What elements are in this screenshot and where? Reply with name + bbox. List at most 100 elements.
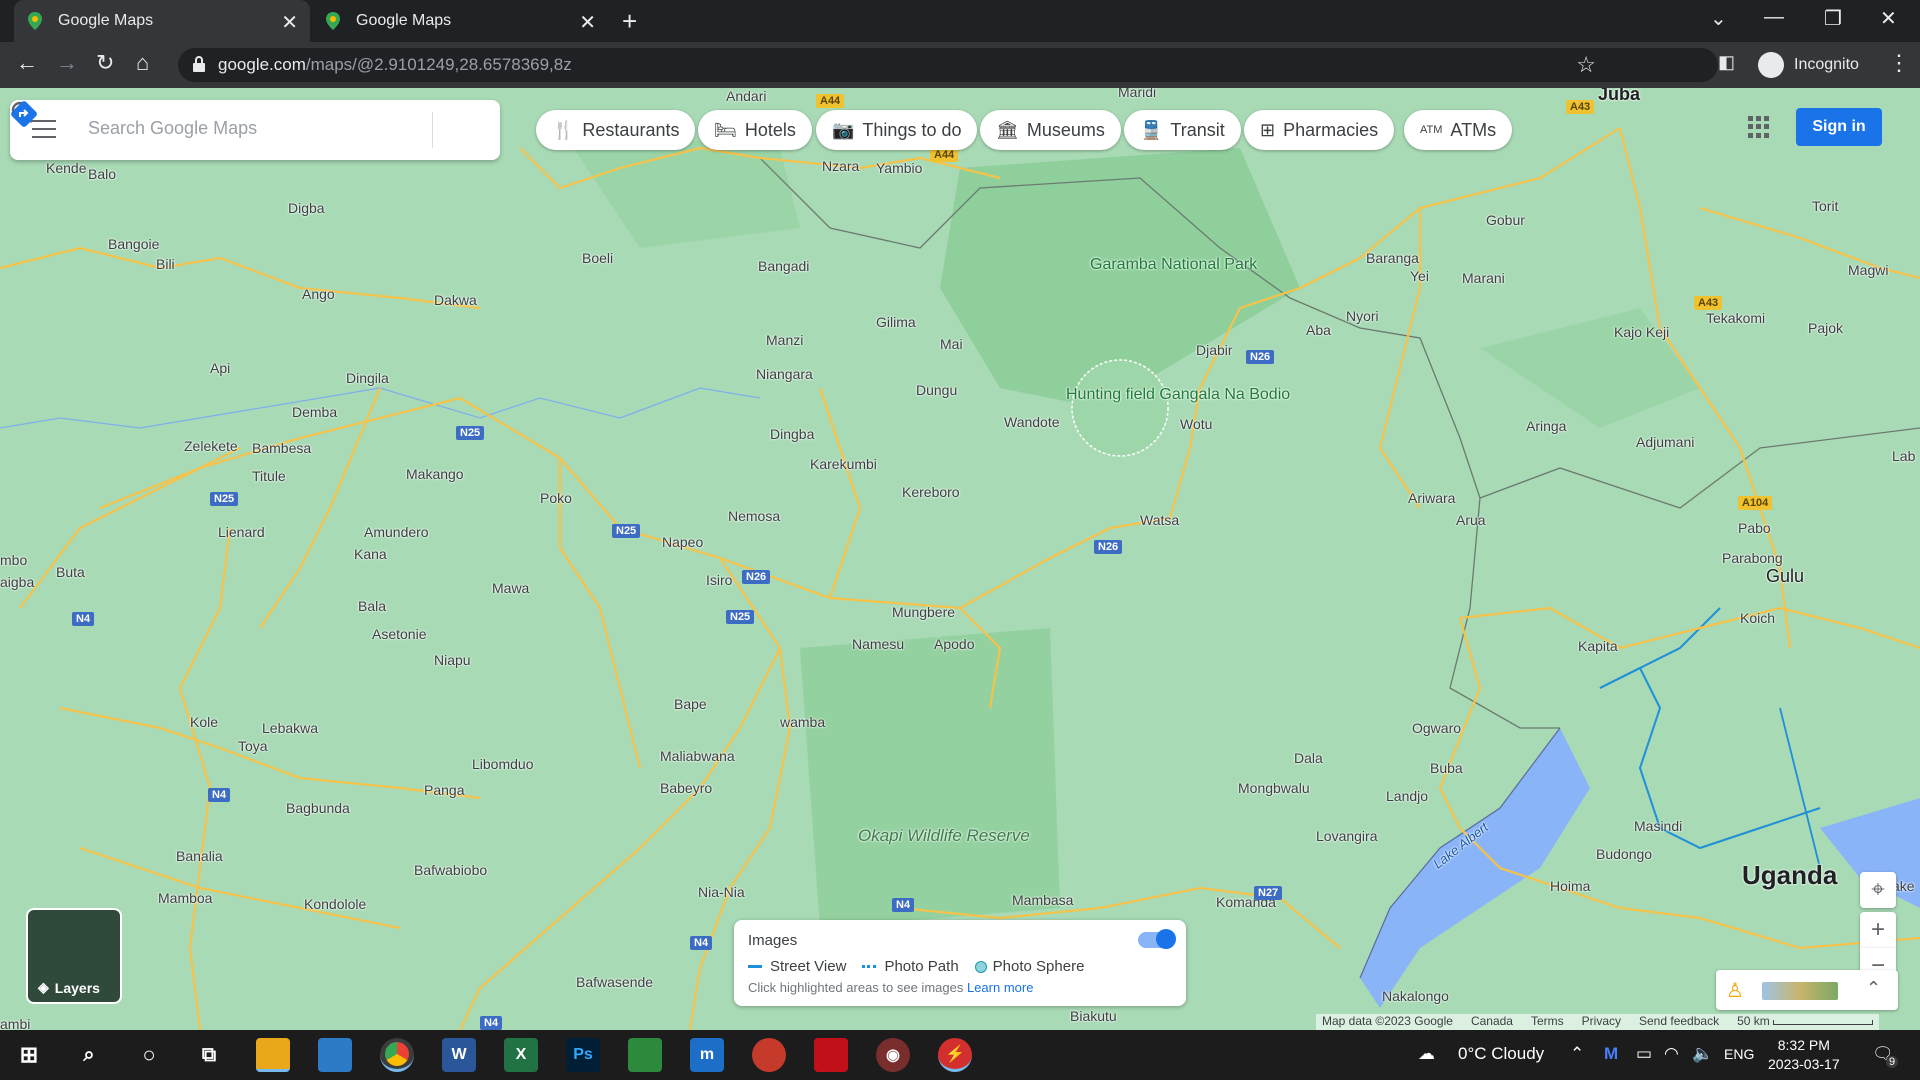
excel-icon[interactable]: X (504, 1038, 538, 1072)
pegman-icon[interactable]: ♙ (1726, 978, 1744, 1003)
feedback-link[interactable]: Send feedback (1639, 1014, 1719, 1030)
tray-app-icon[interactable]: M (1604, 1044, 1618, 1064)
weather-text[interactable]: 0°C Cloudy (1458, 1044, 1544, 1064)
task-view-icon[interactable]: ⧉ (192, 1038, 226, 1072)
privacy-link[interactable]: Privacy (1582, 1014, 1621, 1030)
menu-kebab-icon[interactable]: ⋮ (1888, 50, 1910, 76)
images-toggle[interactable] (1138, 929, 1176, 949)
app-icon[interactable] (752, 1038, 786, 1072)
directions-icon[interactable] (10, 100, 38, 128)
zoom-in-button[interactable]: + (1860, 912, 1896, 948)
cloud-icon[interactable]: ☁ (1418, 1044, 1435, 1064)
place-label: Lebakwa (262, 720, 319, 736)
region-link[interactable]: Canada (1471, 1014, 1513, 1030)
learn-more-link[interactable]: Learn more (967, 980, 1033, 995)
cortana-icon[interactable]: ○ (132, 1038, 166, 1072)
app-icon[interactable] (814, 1038, 848, 1072)
place-label: Api (210, 360, 231, 376)
battery-icon[interactable]: ▭ (1636, 1044, 1652, 1064)
volume-icon[interactable]: 🔈 (1692, 1044, 1713, 1064)
android-app-icon[interactable] (628, 1038, 662, 1072)
place-label: Buba (1430, 760, 1463, 776)
maximize-button[interactable]: ❐ (1824, 6, 1842, 31)
place-label: Andari (726, 88, 767, 104)
chip-transit[interactable]: 🚆 Transit (1124, 110, 1241, 150)
imagery-thumbnails[interactable] (1762, 982, 1838, 1000)
close-tab-icon[interactable]: ✕ (281, 10, 298, 35)
place-label: Kende (46, 160, 87, 176)
map-canvas[interactable]: Andari Maridi Juba Kende Balo Nzara Yamb… (0, 88, 1920, 1030)
bookmark-star-icon[interactable]: ☆ (1576, 52, 1596, 78)
minimize-button[interactable]: — (1764, 6, 1784, 29)
tab-google-maps-2[interactable]: Google Maps ✕ (312, 0, 608, 42)
place-label: Dungu (916, 382, 958, 398)
tab-google-maps-1[interactable]: Google Maps ✕ (14, 0, 310, 42)
place-label: Budongo (1596, 846, 1653, 862)
place-label: Mai (940, 336, 963, 352)
layers-button[interactable]: ◈ Layers (26, 908, 122, 1004)
my-location-button[interactable]: ⌖ (1860, 872, 1896, 908)
chip-things-to-do[interactable]: 📷 Things to do (816, 110, 978, 150)
side-panel-icon[interactable]: ◧ (1718, 52, 1735, 73)
place-label: Kole (190, 714, 219, 730)
media-player-icon[interactable]: ◉ (876, 1038, 910, 1072)
chip-restaurants[interactable]: 🍴 Restaurants (536, 110, 696, 150)
layers-icon: ◈ (38, 979, 49, 995)
forward-icon[interactable]: → (56, 50, 78, 76)
reload-icon[interactable]: ↻ (96, 50, 114, 76)
map-footer: Map data ©2023 Google Canada Terms Priva… (1316, 1014, 1880, 1030)
park-label: Hunting field Gangala Na Bodio (1066, 386, 1291, 403)
word-icon[interactable]: W (442, 1038, 476, 1072)
place-label: Buta (56, 564, 85, 580)
place-label: Makango (406, 466, 464, 482)
place-label: Bape (674, 696, 707, 712)
chip-atms[interactable]: ATM ATMs (1404, 110, 1513, 150)
expand-chevron-icon[interactable]: ⌃ (1866, 978, 1881, 999)
chip-hotels[interactable]: 🛏 Hotels (698, 110, 812, 150)
clock[interactable]: 8:32 PM 2023-03-17 (1768, 1036, 1840, 1074)
file-explorer-icon[interactable] (256, 1038, 290, 1072)
language-indicator[interactable]: ENG (1724, 1046, 1754, 1062)
home-icon[interactable]: ⌂ (136, 50, 149, 76)
google-apps-icon[interactable] (1748, 116, 1770, 138)
place-label: Toya (238, 738, 268, 754)
windows-start-icon[interactable]: ⊞ (12, 1038, 46, 1072)
tab-search-chevron-icon[interactable]: ⌄ (1710, 6, 1727, 31)
road-shield: N4 (480, 1016, 503, 1030)
photoshop-icon[interactable]: Ps (566, 1038, 600, 1072)
place-label: Magwi (1848, 262, 1889, 278)
scale-bar[interactable]: 50 km (1737, 1014, 1874, 1030)
atm-icon: ATM (1420, 124, 1443, 136)
place-label: Balo (88, 166, 117, 182)
tray-chevron-icon[interactable]: ⌃ (1570, 1044, 1584, 1064)
chrome-icon[interactable] (380, 1038, 414, 1072)
place-label: Nemosa (728, 508, 781, 524)
control-panel-icon[interactable] (318, 1038, 352, 1072)
sign-in-button[interactable]: Sign in (1796, 108, 1882, 146)
chip-museums[interactable]: 🏛 Museums (980, 110, 1121, 150)
legend-photo-sphere: Photo Sphere (974, 958, 1084, 975)
flash-app-icon[interactable]: ⚡ (938, 1038, 972, 1072)
close-window-button[interactable]: ✕ (1880, 6, 1897, 31)
place-label: Nyori (1346, 308, 1379, 324)
wifi-icon[interactable]: ◠ (1664, 1044, 1679, 1064)
search-input[interactable] (88, 118, 368, 139)
search-icon[interactable]: ⌕ (72, 1038, 106, 1072)
place-label: Wotu (1180, 416, 1213, 432)
place-label: Yei (1410, 268, 1429, 284)
app-icon[interactable]: m (690, 1038, 724, 1072)
place-label: Mambasa (1012, 892, 1074, 908)
terms-link[interactable]: Terms (1531, 1014, 1564, 1030)
place-label: Panga (424, 782, 465, 798)
address-bar[interactable]: google.com/maps/@2.9101249,28.6578369,8z… (178, 48, 1718, 82)
back-icon[interactable]: ← (16, 50, 38, 76)
reserve-label: Okapi Wildlife Reserve (858, 826, 1030, 845)
road-shield: N26 (1246, 350, 1275, 364)
chip-pharmacies[interactable]: ⊞ Pharmacies (1244, 110, 1395, 150)
place-label: Demba (292, 404, 338, 420)
close-tab-icon[interactable]: ✕ (579, 10, 596, 35)
place-label: Juba (1598, 88, 1641, 104)
road-shield: N26 (742, 570, 771, 584)
incognito-badge[interactable]: Incognito (1758, 52, 1859, 78)
new-tab-button[interactable]: + (622, 6, 637, 37)
